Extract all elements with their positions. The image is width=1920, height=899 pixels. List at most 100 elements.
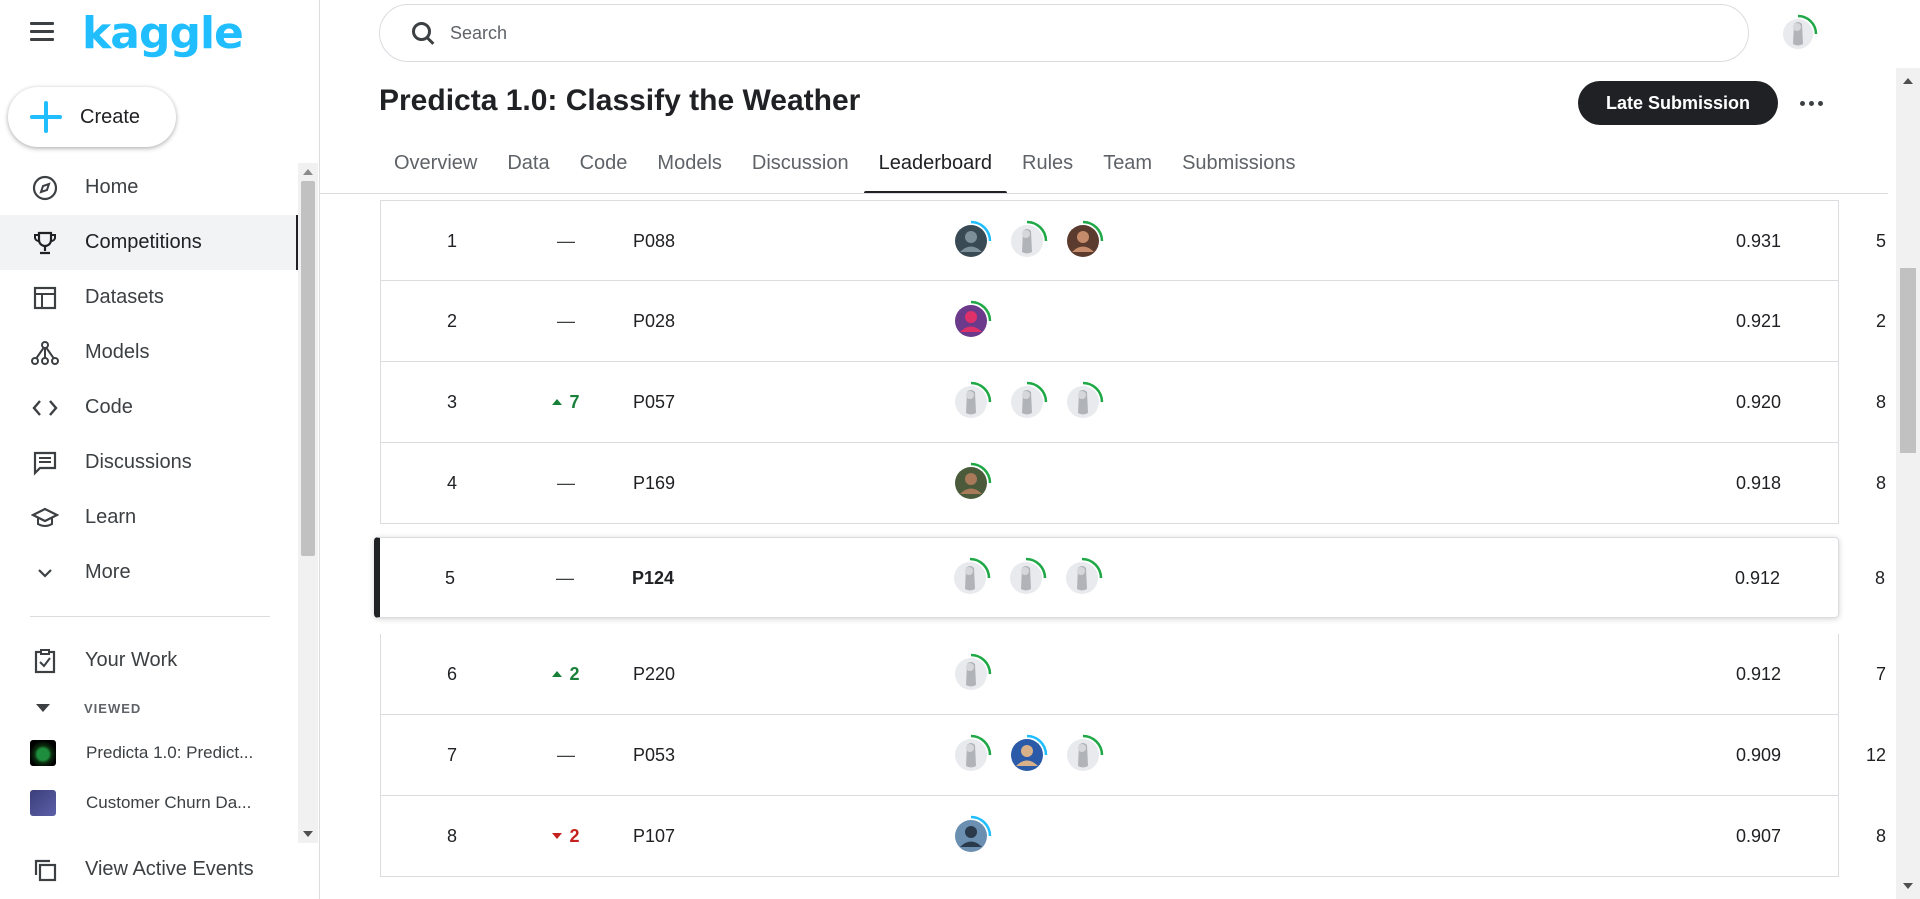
tab-team[interactable]: Team bbox=[1088, 146, 1167, 194]
member-avatar[interactable] bbox=[1061, 219, 1105, 263]
team-name-cell[interactable]: P220 bbox=[633, 634, 883, 714]
tab-data[interactable]: Data bbox=[492, 146, 564, 194]
table-row[interactable]: 2—P0280.92127mo bbox=[380, 281, 1920, 362]
entries-cell: 8 bbox=[1875, 472, 1886, 493]
team-name-cell[interactable]: P124 bbox=[632, 538, 882, 618]
member-avatar[interactable] bbox=[949, 299, 993, 343]
dataset-thumbnail bbox=[30, 790, 56, 816]
team-members-cell bbox=[949, 201, 1349, 281]
member-avatar[interactable] bbox=[1061, 733, 1105, 777]
tab-overview[interactable]: Overview bbox=[379, 146, 492, 194]
profile-avatar[interactable] bbox=[1778, 14, 1818, 59]
entries-cell: 2 bbox=[1875, 310, 1886, 331]
rank-change-cell: 2 bbox=[531, 634, 601, 714]
rank-change-value: — bbox=[557, 744, 575, 765]
team-name-cell[interactable]: P057 bbox=[633, 362, 883, 442]
rank-change-cell: 2 bbox=[531, 796, 601, 876]
member-avatar[interactable] bbox=[1005, 380, 1049, 424]
score-cell: 0.918 bbox=[1735, 472, 1781, 493]
create-button[interactable]: Create bbox=[8, 87, 176, 147]
team-name-cell[interactable]: P088 bbox=[633, 201, 883, 281]
rank-change-cell: — bbox=[530, 538, 600, 618]
member-avatar[interactable] bbox=[1060, 556, 1104, 600]
competition-tabs: Overview Data Code Models Discussion Lea… bbox=[379, 146, 1310, 194]
viewed-item[interactable]: Customer Churn Da... bbox=[0, 778, 300, 828]
tab-code[interactable]: Code bbox=[565, 146, 643, 194]
member-avatar[interactable] bbox=[949, 814, 993, 858]
tabs-divider bbox=[320, 193, 1888, 194]
sidebar-item-home[interactable]: Home bbox=[0, 160, 300, 215]
page-scrollbar[interactable] bbox=[1896, 68, 1920, 899]
scroll-up-arrow-icon[interactable] bbox=[303, 169, 313, 175]
rank-change-cell: — bbox=[531, 443, 601, 523]
member-avatar[interactable] bbox=[1004, 556, 1048, 600]
rank-change-value: 7 bbox=[552, 392, 580, 413]
member-avatar[interactable] bbox=[1005, 219, 1049, 263]
member-avatar[interactable] bbox=[949, 733, 993, 777]
member-avatar[interactable] bbox=[949, 461, 993, 505]
team-name-cell[interactable]: P107 bbox=[633, 796, 883, 876]
table-row[interactable]: 7—P0530.909127mo bbox=[380, 715, 1920, 796]
rank-change-cell: 7 bbox=[531, 362, 601, 442]
member-avatar[interactable] bbox=[949, 652, 993, 696]
tab-leaderboard[interactable]: Leaderboard bbox=[863, 146, 1008, 194]
scroll-down-arrow-icon[interactable] bbox=[303, 831, 313, 837]
scrollbar-thumb[interactable] bbox=[301, 181, 315, 556]
scroll-down-arrow-icon[interactable] bbox=[1903, 883, 1913, 889]
sidebar-item-competitions[interactable]: Competitions bbox=[0, 215, 300, 270]
view-active-events-button[interactable]: View Active Events bbox=[0, 842, 300, 897]
sidebar-scrollbar[interactable] bbox=[298, 163, 318, 843]
entries-cell: 12 bbox=[1865, 744, 1886, 765]
clipboard-check-icon bbox=[31, 647, 59, 675]
sidebar-item-label: Discussions bbox=[85, 451, 192, 473]
table-row[interactable]: 62P2200.91277mo bbox=[380, 634, 1920, 715]
viewed-section-toggle[interactable]: VIEWED bbox=[0, 688, 300, 728]
team-name-cell[interactable]: P028 bbox=[633, 281, 883, 361]
kaggle-logo[interactable]: kaggle bbox=[82, 8, 244, 59]
team-members-cell bbox=[949, 634, 1349, 714]
viewed-item[interactable]: Predicta 1.0: Predict... bbox=[0, 728, 300, 778]
sidebar-item-code[interactable]: Code bbox=[0, 380, 300, 435]
rank-change-value: 2 bbox=[552, 826, 580, 847]
sidebar-item-your-work[interactable]: Your Work bbox=[0, 633, 300, 688]
rank-cell: 5 bbox=[444, 567, 455, 588]
member-avatar[interactable] bbox=[949, 380, 993, 424]
late-submission-button[interactable]: Late Submission bbox=[1578, 81, 1778, 125]
rank-change-cell: — bbox=[531, 281, 601, 361]
table-row[interactable]: 82P1070.90787mo bbox=[380, 796, 1920, 877]
table-row[interactable]: 1—P0880.93157mo bbox=[380, 200, 1920, 281]
sidebar-item-discussions[interactable]: Discussions bbox=[0, 435, 300, 490]
sidebar-item-datasets[interactable]: Datasets bbox=[0, 270, 300, 325]
member-avatar[interactable] bbox=[949, 219, 993, 263]
search-bar[interactable] bbox=[379, 4, 1749, 62]
scroll-up-arrow-icon[interactable] bbox=[1903, 78, 1913, 84]
team-name-cell[interactable]: P169 bbox=[633, 443, 883, 523]
rank-cell: 7 bbox=[446, 744, 457, 765]
sidebar-item-learn[interactable]: Learn bbox=[0, 490, 300, 545]
score-cell: 0.912 bbox=[1734, 567, 1780, 588]
competition-thumbnail bbox=[30, 740, 56, 766]
tab-discussion[interactable]: Discussion bbox=[737, 146, 864, 194]
tab-models[interactable]: Models bbox=[642, 146, 736, 194]
tab-rules[interactable]: Rules bbox=[1007, 146, 1088, 194]
sidebar-item-label: Code bbox=[85, 396, 133, 418]
member-avatar[interactable] bbox=[948, 556, 992, 600]
sidebar-item-more[interactable]: More bbox=[0, 545, 300, 600]
more-options-icon[interactable] bbox=[1796, 88, 1826, 118]
search-input[interactable] bbox=[450, 22, 1650, 44]
menu-icon[interactable] bbox=[30, 22, 58, 44]
table-row[interactable]: 37P0570.92087mo bbox=[380, 362, 1920, 443]
page-title: Predicta 1.0: Classify the Weather bbox=[379, 84, 861, 117]
rank-change-value: — bbox=[556, 567, 574, 588]
sidebar-item-models[interactable]: Models bbox=[0, 325, 300, 380]
tab-submissions[interactable]: Submissions bbox=[1167, 146, 1310, 194]
member-avatar[interactable] bbox=[1061, 380, 1105, 424]
entries-cell: 8 bbox=[1874, 567, 1885, 588]
member-avatar[interactable] bbox=[1005, 733, 1049, 777]
table-row[interactable]: 4—P1690.91887mo bbox=[380, 443, 1920, 524]
models-icon bbox=[31, 339, 59, 367]
table-row-your-team[interactable]: 5—P1240.91287mo bbox=[374, 537, 1920, 618]
viewed-item-label: Customer Churn Da... bbox=[86, 793, 252, 812]
scrollbar-thumb[interactable] bbox=[1900, 268, 1916, 453]
team-name-cell[interactable]: P053 bbox=[633, 715, 883, 795]
